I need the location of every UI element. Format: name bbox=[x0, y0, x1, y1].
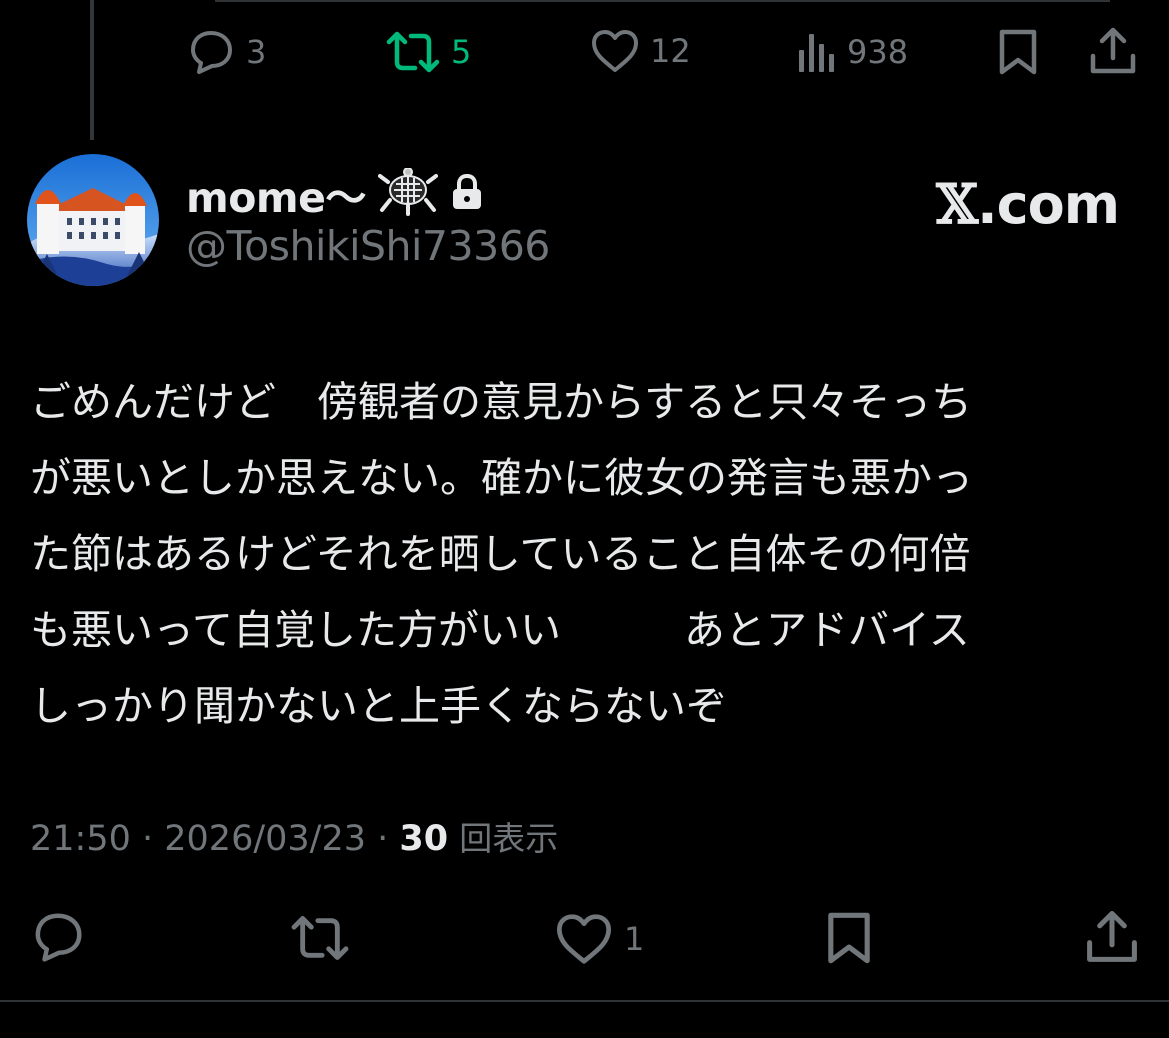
user-handle[interactable]: @ToshikiShi73366 bbox=[186, 222, 550, 270]
reply-button[interactable] bbox=[30, 910, 86, 964]
meta-space bbox=[448, 819, 459, 859]
thread-line bbox=[90, 0, 94, 140]
reply-button[interactable]: 3 bbox=[186, 28, 266, 76]
post-views-count: 30 bbox=[399, 819, 449, 859]
share-icon bbox=[1088, 26, 1138, 76]
repost-icon bbox=[288, 912, 352, 964]
post-date[interactable]: 2026/03/23 bbox=[164, 819, 366, 859]
share-button[interactable] bbox=[1088, 26, 1138, 76]
x-logo-icon: 𝕏 bbox=[936, 172, 978, 236]
post-text-line: も悪いって自覚した方がいい あとアドバイス bbox=[30, 606, 970, 654]
bookmark-icon bbox=[996, 28, 1040, 76]
like-button[interactable]: 12 bbox=[590, 28, 691, 74]
meta-separator: · bbox=[130, 819, 165, 859]
display-name[interactable]: mome〜 bbox=[186, 164, 366, 224]
repost-button[interactable]: 5 bbox=[385, 28, 471, 76]
reply-icon bbox=[30, 910, 86, 964]
post-text-line: ごめんだけど 傍観者の意見からすると只々そっち bbox=[30, 378, 973, 426]
like-count: 1 bbox=[624, 920, 645, 958]
repost-button[interactable] bbox=[288, 912, 352, 964]
like-button[interactable]: 1 bbox=[554, 912, 644, 966]
avatar[interactable] bbox=[27, 154, 159, 286]
avatar-castle-image bbox=[27, 154, 159, 286]
repost-count: 5 bbox=[451, 33, 472, 71]
brand-domain: .com bbox=[977, 173, 1120, 236]
x-com-watermark: 𝕏.com bbox=[936, 172, 1120, 236]
author-name-row: mome〜 bbox=[186, 167, 484, 222]
views-button[interactable]: 938 bbox=[797, 28, 908, 76]
post-text-line: が悪いとしか思えない。確かに彼女の発言も悪かっ bbox=[30, 454, 973, 502]
top-divider bbox=[215, 0, 1110, 2]
analytics-icon bbox=[797, 28, 837, 76]
reply-icon bbox=[186, 28, 236, 76]
bottom-divider bbox=[0, 1000, 1169, 1002]
post-text-line: た節はあるけどそれを晒していること自体その何倍 bbox=[30, 530, 971, 578]
heart-icon bbox=[590, 28, 640, 74]
bookmark-icon bbox=[824, 910, 874, 966]
post-time[interactable]: 21:50 bbox=[30, 819, 131, 859]
share-button[interactable] bbox=[1084, 908, 1140, 966]
views-count: 938 bbox=[847, 33, 909, 71]
meta-separator: · bbox=[366, 819, 400, 859]
share-icon bbox=[1084, 908, 1140, 966]
like-count: 12 bbox=[650, 32, 691, 70]
reply-count: 3 bbox=[246, 33, 267, 71]
post-text: ごめんだけど 傍観者の意見からすると只々そっち が悪いとしか思えない。確かに彼女の… bbox=[30, 364, 1140, 744]
post-metadata: 21:50 · 2026/03/23 · 30 回表示 bbox=[30, 812, 558, 860]
post-views-label: 回表示 bbox=[459, 819, 559, 858]
post-text-line: しっかり聞かないと上手くならないぞ bbox=[30, 682, 727, 730]
bookmark-button[interactable] bbox=[996, 28, 1040, 76]
turtle-icon bbox=[376, 167, 440, 220]
lock-icon bbox=[450, 173, 484, 214]
heart-icon bbox=[554, 912, 614, 966]
repost-icon bbox=[385, 28, 441, 76]
bookmark-button[interactable] bbox=[824, 910, 874, 966]
